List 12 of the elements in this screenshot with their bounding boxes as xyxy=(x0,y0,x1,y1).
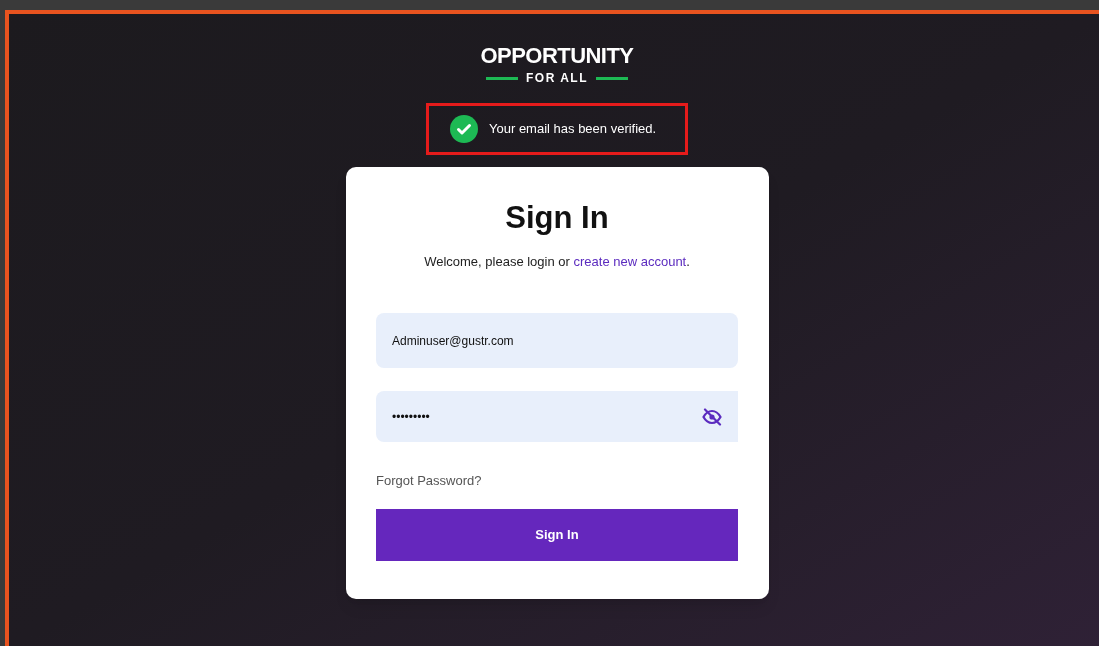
password-field[interactable]: ••••••••• xyxy=(376,391,738,442)
logo-subtitle: FOR ALL xyxy=(525,70,588,87)
logo-title: OPPORTUNITY xyxy=(480,44,634,68)
sign-in-button[interactable]: Sign In xyxy=(376,509,738,561)
password-value: ••••••••• xyxy=(392,408,430,426)
welcome-text: Welcome, please login or create new account. xyxy=(424,252,690,271)
notice-message: Your email has been verified. xyxy=(489,120,657,139)
email-field[interactable]: Adminuser@gustr.com xyxy=(376,313,738,368)
signin-title: Sign In xyxy=(505,199,609,237)
check-circle-icon xyxy=(450,115,478,143)
eye-slash-icon[interactable] xyxy=(702,407,722,426)
forgot-password-link[interactable]: Forgot Password? xyxy=(376,473,482,488)
